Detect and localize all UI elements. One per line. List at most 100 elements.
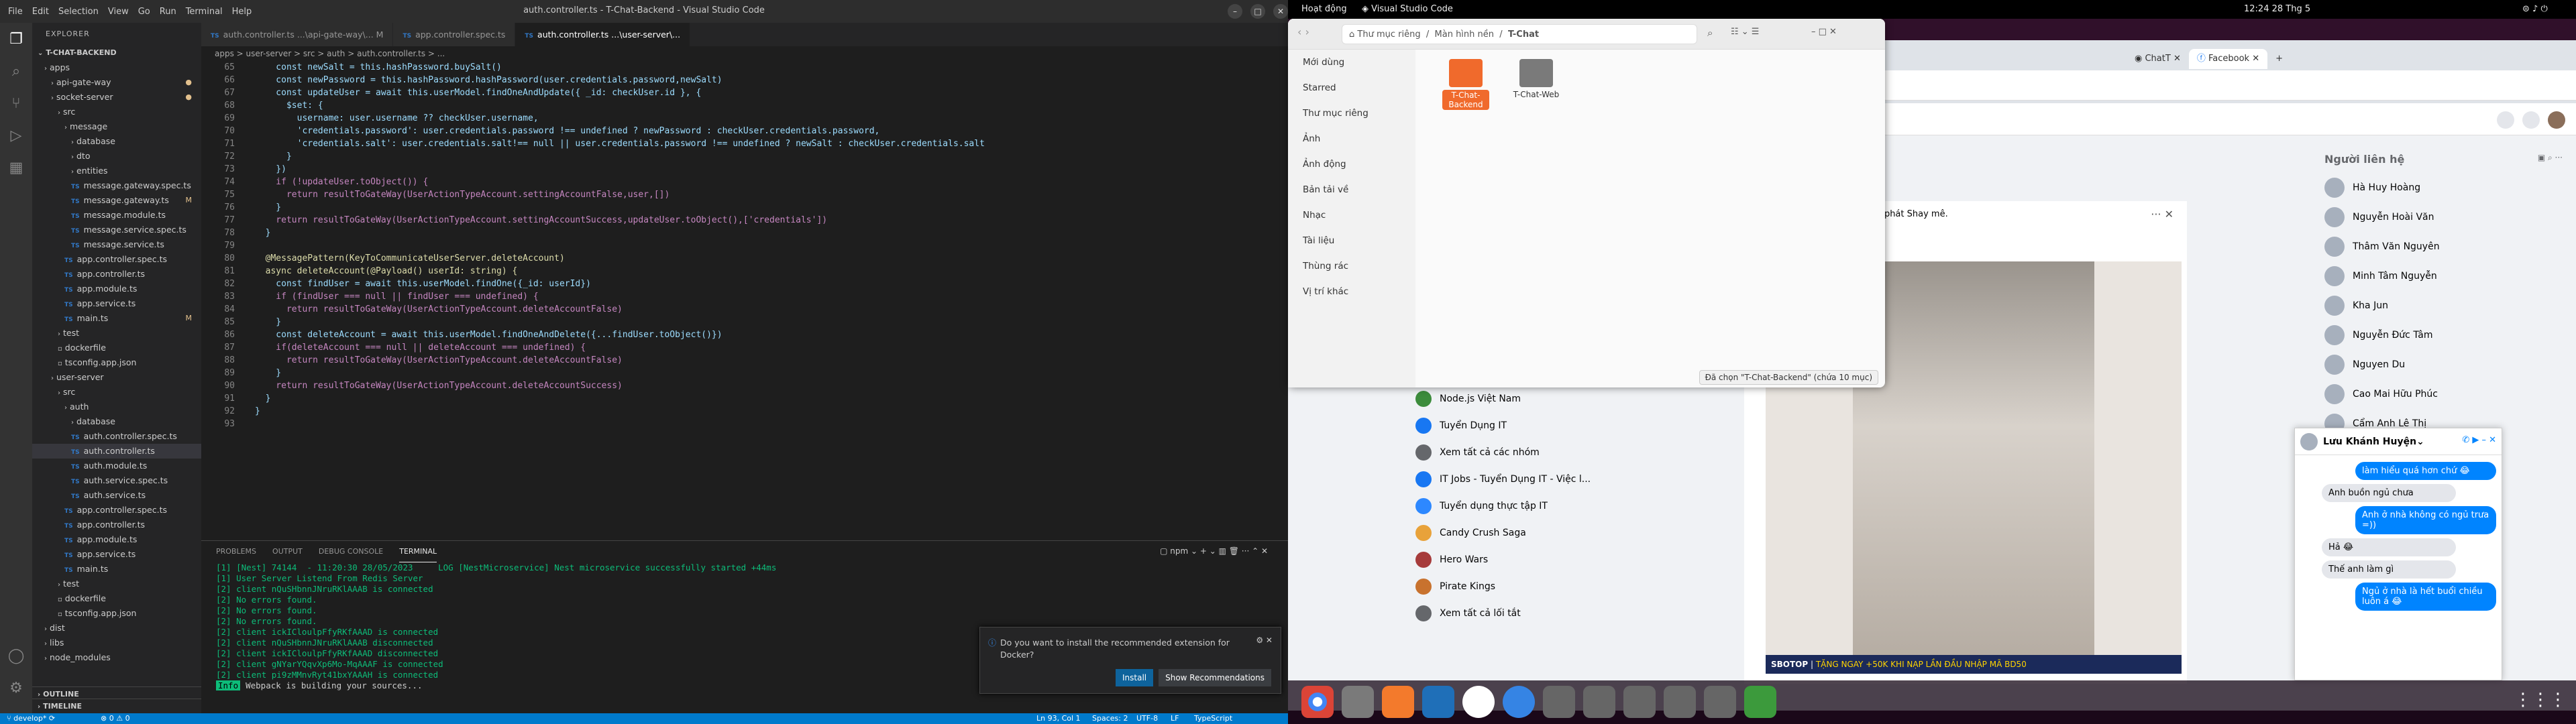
folder-item[interactable]: › api-gate-way ●: [32, 75, 201, 90]
places-item[interactable]: Ảnh: [1288, 126, 1415, 152]
file-item[interactable]: TS message.gateway.ts M: [32, 193, 201, 208]
code-editor[interactable]: 65 const newSalt = this.hashPassword.buy…: [201, 61, 1288, 530]
file-item[interactable]: TS auth.controller.ts: [32, 444, 201, 459]
editor-tab[interactable]: TS auth.controller.ts ...\api-gate-way\..…: [201, 23, 394, 46]
branch-indicator[interactable]: ⑂ develop* ⟳: [7, 713, 55, 724]
panel-tab-terminal[interactable]: TERMINAL: [399, 541, 437, 562]
places-item[interactable]: Bản tải về: [1288, 177, 1415, 202]
contact-item[interactable]: Nguyen Du: [2324, 350, 2576, 379]
folder-item[interactable]: › libs: [32, 636, 201, 650]
file-item[interactable]: TS app.controller.ts: [32, 518, 201, 532]
terminal-shell-select[interactable]: ▢ npm ⌄ + ⌄ ▥ 🗑 ··· ⌃ ✕: [1160, 546, 1268, 556]
places-item[interactable]: Vị trí khác: [1288, 279, 1415, 304]
install-button[interactable]: Install: [1115, 669, 1154, 686]
workspace-root[interactable]: ⌄ T-CHAT-BACKEND: [32, 46, 201, 60]
disk-icon[interactable]: [1704, 686, 1736, 718]
disk-icon[interactable]: [1623, 686, 1656, 718]
contact-item[interactable]: Thâm Văn Nguyên: [2324, 232, 2576, 261]
places-item[interactable]: Tài liệu: [1288, 228, 1415, 253]
notifications-icon[interactable]: [2522, 111, 2540, 129]
back-forward-buttons[interactable]: ‹ ›: [1297, 25, 1309, 38]
menu-selection[interactable]: Selection: [58, 7, 99, 17]
file-item[interactable]: TS app.service.ts: [32, 296, 201, 311]
folder-item[interactable]: › test: [32, 326, 201, 341]
file-item[interactable]: TS app.controller.ts: [32, 267, 201, 282]
places-item[interactable]: Thư mục riêng: [1288, 101, 1415, 126]
folder-item[interactable]: › src: [32, 385, 201, 400]
menu-terminal[interactable]: Terminal: [186, 7, 223, 17]
folder-item[interactable]: › auth: [32, 400, 201, 414]
messenger-icon[interactable]: [2497, 111, 2514, 129]
file-item[interactable]: TS app.controller.spec.ts: [32, 252, 201, 267]
panel-tab-problems[interactable]: PROBLEMS: [216, 541, 256, 562]
folder-item[interactable]: › message: [32, 119, 201, 134]
activities-button[interactable]: Hoạt động: [1301, 4, 1347, 14]
files-icon[interactable]: ❐: [0, 23, 32, 55]
disk-icon[interactable]: [1664, 686, 1696, 718]
new-tab-button[interactable]: +: [2267, 49, 2291, 69]
run-debug-icon[interactable]: ▷: [0, 119, 32, 152]
breadcrumb[interactable]: apps > user-server > src > auth > auth.c…: [201, 46, 1288, 61]
folder-item[interactable]: › dist: [32, 621, 201, 636]
folder-item[interactable]: › socket-server ●: [32, 90, 201, 105]
folder-t-chat-web[interactable]: T-Chat-Web: [1509, 59, 1563, 99]
software-icon[interactable]: [1382, 686, 1414, 718]
editor-tab[interactable]: TS auth.controller.ts ...\user-server\...: [515, 23, 691, 46]
file-item[interactable]: TS auth.module.ts: [32, 459, 201, 473]
file-item[interactable]: TS message.service.ts: [32, 237, 201, 252]
folder-item[interactable]: › database: [32, 414, 201, 429]
view-options[interactable]: ☷ ⌄ ☰: [1731, 27, 1759, 37]
shortcut-item[interactable]: Tuyển dụng thực tập IT: [1415, 493, 1630, 520]
menu-file[interactable]: File: [8, 7, 23, 17]
folder-item[interactable]: › test: [32, 577, 201, 591]
folder-t-chat-backend[interactable]: T-Chat-Backend: [1442, 59, 1489, 110]
contact-item[interactable]: Minh Tâm Nguyễn: [2324, 261, 2576, 291]
shortcut-item[interactable]: Candy Crush Saga: [1415, 520, 1630, 546]
help-icon[interactable]: [1503, 686, 1535, 718]
file-item[interactable]: TS main.ts: [32, 562, 201, 577]
places-item[interactable]: Ảnh động: [1288, 152, 1415, 177]
path-bar[interactable]: ⌂ Thư mục riêng / Màn hình nền / T-Chat: [1342, 24, 1697, 44]
file-item[interactable]: TS auth.service.spec.ts: [32, 473, 201, 488]
maximize-button[interactable]: □: [1250, 4, 1265, 19]
file-item[interactable]: TS auth.controller.spec.ts: [32, 429, 201, 444]
folder-item[interactable]: › node_modules: [32, 650, 201, 665]
panel-tab-debug-console[interactable]: DEBUG CONSOLE: [319, 541, 383, 562]
search-icon[interactable]: ⌕: [1707, 27, 1713, 39]
contact-item[interactable]: Kha Jun: [2324, 291, 2576, 320]
contact-item[interactable]: Cao Mai Hữu Phúc: [2324, 379, 2576, 409]
menu-run[interactable]: Run: [160, 7, 176, 17]
file-item[interactable]: TS app.service.ts: [32, 547, 201, 562]
source-control-icon[interactable]: ⑂: [0, 87, 32, 119]
avatar[interactable]: [2548, 111, 2565, 129]
tab-chatt[interactable]: ◉ ChatT ✕: [2127, 49, 2189, 69]
folder-item[interactable]: › entities: [32, 164, 201, 178]
show-recommendations-button[interactable]: Show Recommendations: [1159, 669, 1271, 686]
file-item[interactable]: TS message.gateway.spec.ts: [32, 178, 201, 193]
panel-tab-output[interactable]: OUTPUT: [272, 541, 303, 562]
places-item[interactable]: Thùng rác: [1288, 253, 1415, 279]
contact-item[interactable]: Nguyễn Hoài Văn: [2324, 202, 2576, 232]
menu-edit[interactable]: Edit: [32, 7, 49, 17]
menu-help[interactable]: Help: [232, 7, 252, 17]
contact-item[interactable]: Nguyễn Đức Tâm: [2324, 320, 2576, 350]
chat-actions[interactable]: ✆ ▶ – ✕: [2462, 435, 2496, 445]
files-icon[interactable]: [1342, 686, 1374, 718]
shortcut-item[interactable]: IT Jobs - Tuyển Dụng IT - Việc l...: [1415, 466, 1630, 493]
close-button[interactable]: ✕: [1273, 4, 1288, 19]
folder-item[interactable]: › apps: [32, 60, 201, 75]
close-notification-icon[interactable]: ⚙ ✕: [1256, 636, 1273, 645]
disk-icon[interactable]: [1583, 686, 1615, 718]
vscode-icon[interactable]: [1422, 686, 1454, 718]
file-item[interactable]: TS app.controller.spec.ts: [32, 503, 201, 518]
file-item[interactable]: ▫ tsconfig.app.json: [32, 355, 201, 370]
active-app[interactable]: ◈ Visual Studio Code: [1362, 4, 1453, 14]
window-controls[interactable]: – □ ✕: [1811, 27, 1837, 37]
eol[interactable]: LF: [1171, 713, 1179, 724]
file-item[interactable]: ▫ dockerfile: [32, 591, 201, 606]
extensions-icon[interactable]: ▦: [0, 152, 32, 184]
address-bar[interactable]: [1878, 70, 2576, 101]
editor-tab[interactable]: TS app.controller.spec.ts: [393, 23, 516, 46]
indentation[interactable]: Spaces: 2: [1092, 713, 1128, 724]
disk-icon[interactable]: [1543, 686, 1575, 718]
